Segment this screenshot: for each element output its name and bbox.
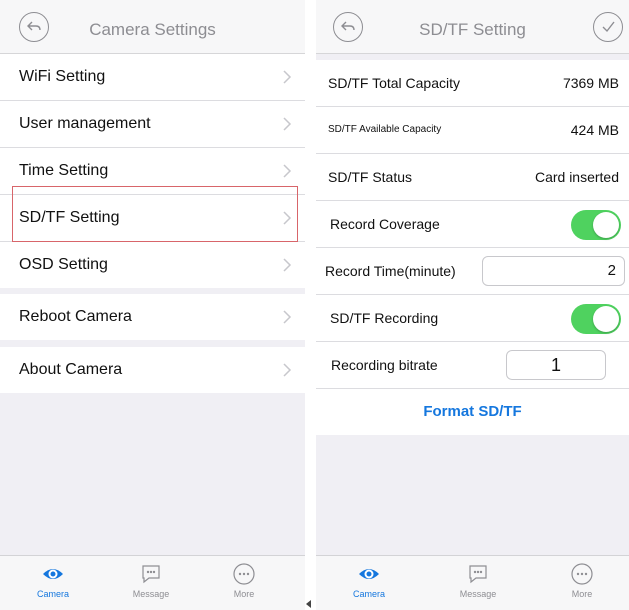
chevron-right-icon [283, 310, 292, 324]
confirm-button[interactable] [593, 12, 623, 42]
status-value: Card inserted [534, 169, 619, 185]
reboot-section: Reboot Camera [0, 294, 305, 340]
tab-label: Camera [36, 589, 69, 599]
menu-item-user-management[interactable]: User management [0, 101, 305, 148]
sdtf-recording-label: SD/TF Recording [330, 310, 439, 326]
more-icon [571, 563, 593, 585]
tab-camera[interactable]: Camera [18, 562, 88, 599]
tab-message[interactable]: Message [116, 562, 186, 599]
recording-bitrate-value: 1 [550, 355, 561, 375]
camera-eye-icon [43, 569, 63, 579]
scroll-indicator [306, 600, 311, 608]
toggle-knob [593, 212, 619, 238]
menu-item-label: Reboot Camera [19, 308, 132, 325]
sdtf-setting-screen: SD/TF Setting SD/TF Total Capacity 7369 … [316, 0, 629, 610]
page-title: Camera Settings [89, 20, 216, 39]
menu-item-osd[interactable]: OSD Setting [0, 242, 305, 288]
toggle-knob [593, 306, 619, 332]
menu-item-reboot[interactable]: Reboot Camera [0, 294, 305, 340]
total-capacity-value: 7369 MB [562, 75, 619, 91]
checkmark-icon [602, 21, 615, 33]
total-capacity-label: SD/TF Total Capacity [328, 75, 461, 91]
more-icon [233, 563, 255, 585]
record-time-row: Record Time(minute) 2 [316, 248, 629, 295]
available-capacity-value: 424 MB [570, 122, 619, 138]
tab-label: Message [459, 589, 497, 599]
settings-list: WiFi Setting User management Time Settin… [0, 54, 305, 288]
record-coverage-toggle[interactable] [571, 210, 621, 240]
tab-bar: Camera Message More [0, 555, 305, 610]
tab-message[interactable]: Message [443, 562, 513, 599]
message-bubble-icon [142, 565, 160, 584]
menu-item-about[interactable]: About Camera [0, 347, 305, 393]
chevron-right-icon [283, 258, 292, 272]
menu-item-label: About Camera [19, 361, 123, 378]
menu-item-wifi[interactable]: WiFi Setting [0, 54, 305, 101]
menu-item-label: OSD Setting [19, 256, 108, 273]
available-capacity-row: SD/TF Available Capacity 424 MB [316, 107, 629, 154]
tab-label: More [233, 589, 255, 599]
record-coverage-label: Record Coverage [330, 216, 440, 232]
sdtf-recording-toggle[interactable] [571, 304, 621, 334]
status-row: SD/TF Status Card inserted [316, 154, 629, 201]
menu-item-label: WiFi Setting [19, 68, 106, 85]
selection-highlight [12, 186, 298, 242]
nav-bar: SD/TF Setting [316, 0, 629, 54]
sdtf-recording-row: SD/TF Recording [316, 295, 629, 342]
chevron-right-icon [283, 164, 292, 178]
menu-item-label: User management [19, 115, 151, 132]
record-coverage-row: Record Coverage [316, 201, 629, 248]
record-time-value: 2 [607, 262, 616, 279]
recording-bitrate-input[interactable]: 1 [506, 350, 606, 380]
nav-bar: Camera Settings [0, 0, 305, 54]
tab-camera[interactable]: Camera [334, 562, 404, 599]
chevron-right-icon [283, 117, 292, 131]
chevron-right-icon [283, 70, 292, 84]
page-title: SD/TF Setting [419, 20, 526, 39]
record-time-label: Record Time(minute) [325, 263, 456, 279]
tab-label: More [571, 589, 593, 599]
tab-more[interactable]: More [209, 562, 279, 599]
recording-bitrate-label: Recording bitrate [331, 357, 438, 373]
tab-label: Message [132, 589, 170, 599]
camera-settings-screen: Camera Settings WiFi Setting User manage… [0, 0, 305, 610]
status-label: SD/TF Status [328, 169, 413, 185]
total-capacity-row: SD/TF Total Capacity 7369 MB [316, 60, 629, 107]
tab-more[interactable]: More [547, 562, 617, 599]
chevron-right-icon [283, 363, 292, 377]
tab-label: Camera [352, 589, 385, 599]
sdtf-settings-list: SD/TF Total Capacity 7369 MB SD/TF Avail… [316, 60, 629, 435]
recording-bitrate-row: Recording bitrate 1 [316, 342, 629, 389]
tab-bar: Camera Message More [316, 555, 629, 610]
camera-eye-icon [359, 569, 379, 579]
about-section: About Camera [0, 347, 305, 393]
format-sdtf-button[interactable]: Format SD/TF [316, 389, 629, 435]
record-time-input[interactable]: 2 [482, 256, 625, 286]
available-capacity-label: SD/TF Available Capacity [328, 124, 442, 135]
message-bubble-icon [469, 565, 487, 584]
